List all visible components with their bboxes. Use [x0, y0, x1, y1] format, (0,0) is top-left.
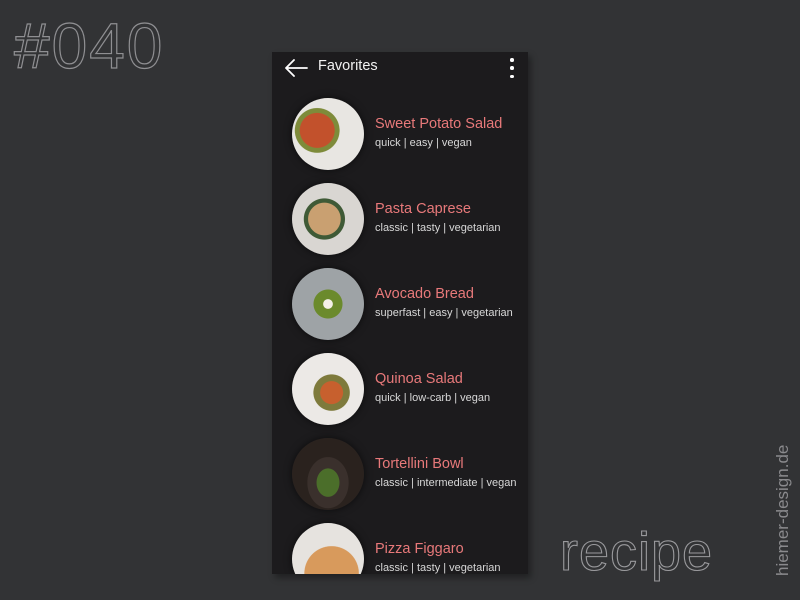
recipe-tags: classic | tasty | vegetarian	[375, 562, 501, 574]
favorites-list: Sweet Potato Salad quick | easy | vegan …	[272, 90, 528, 574]
shot-number: #040	[13, 10, 165, 82]
page-title: Favorites	[318, 58, 378, 74]
recipe-thumbnail	[292, 268, 364, 340]
recipe-tags: classic | intermediate | vegan	[375, 477, 517, 489]
recipe-thumbnail	[292, 353, 364, 425]
recipe-name: Avocado Bread	[375, 286, 474, 302]
arrow-left-icon	[285, 59, 308, 77]
recipe-item[interactable]: Pizza Figgaro classic | tasty | vegetari…	[272, 515, 528, 574]
recipe-name: Sweet Potato Salad	[375, 116, 503, 132]
recipe-name: Pizza Figgaro	[375, 541, 464, 557]
recipe-name: Tortellini Bowl	[375, 456, 464, 472]
recipe-thumbnail	[292, 438, 364, 510]
recipe-item[interactable]: Pasta Caprese classic | tasty | vegetari…	[272, 175, 528, 260]
recipe-item[interactable]: Quinoa Salad quick | low-carb | vegan	[272, 345, 528, 430]
more-vertical-icon	[510, 58, 514, 62]
recipe-tags: classic | tasty | vegetarian	[375, 222, 501, 234]
phone-screen: Favorites Sweet Potato Salad quick | eas…	[272, 52, 528, 574]
recipe-tags: quick | low-carb | vegan	[375, 392, 491, 404]
recipe-thumbnail	[292, 523, 364, 574]
recipe-item[interactable]: Avocado Bread superfast | easy | vegetar…	[272, 260, 528, 345]
recipe-tags: superfast | easy | vegetarian	[375, 307, 513, 319]
app-bar: Favorites	[272, 52, 528, 84]
shot-caption: recipe	[559, 521, 714, 582]
recipe-item[interactable]: Tortellini Bowl classic | intermediate |…	[272, 430, 528, 515]
recipe-tags: quick | easy | vegan	[375, 137, 472, 149]
recipe-name: Quinoa Salad	[375, 371, 463, 387]
recipe-thumbnail	[292, 183, 364, 255]
back-button[interactable]	[284, 59, 308, 77]
recipe-item[interactable]: Sweet Potato Salad quick | easy | vegan	[272, 90, 528, 175]
designer-credit: hiemer-design.de	[773, 444, 792, 576]
recipe-name: Pasta Caprese	[375, 201, 471, 217]
recipe-thumbnail	[292, 98, 364, 170]
more-options-button[interactable]	[508, 58, 516, 78]
